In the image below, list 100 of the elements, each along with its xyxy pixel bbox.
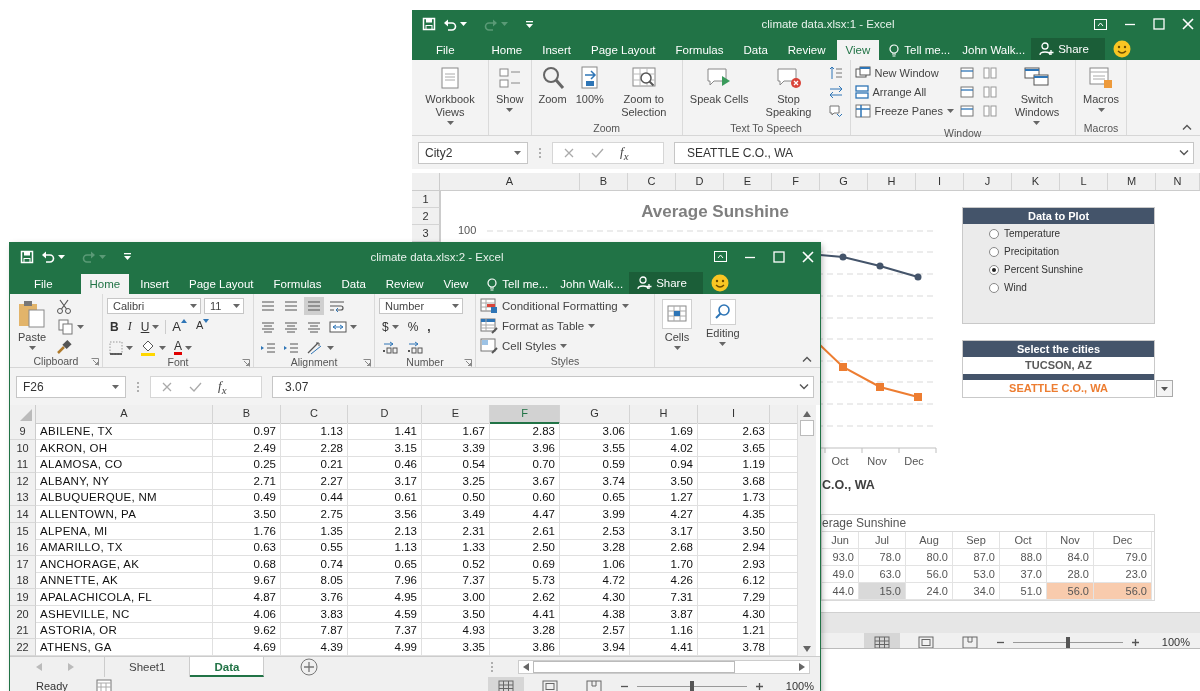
ribbon-button[interactable]: Show: [493, 63, 527, 114]
close-icon[interactable]: [1182, 18, 1194, 30]
column-header[interactable]: G: [820, 173, 868, 190]
ribbon-tab[interactable]: Data: [332, 274, 375, 294]
ribbon-button[interactable]: Arrange All: [854, 84, 954, 100]
window-icon[interactable]: [960, 66, 974, 80]
customize-icon[interactable]: [525, 19, 534, 29]
tell-me-search[interactable]: Tell me...: [883, 40, 957, 60]
launcher-icon[interactable]: [464, 359, 472, 367]
ribbon-tab[interactable]: Page Layout: [180, 274, 263, 294]
wrap-text-icon[interactable]: [329, 298, 345, 313]
share-button[interactable]: Share: [629, 272, 703, 294]
column-header[interactable]: B: [213, 405, 281, 424]
smiley-icon[interactable]: [710, 274, 729, 292]
right-arrow-icon[interactable]: [799, 663, 805, 671]
row-header[interactable]: 1: [412, 191, 440, 208]
borders-button[interactable]: [107, 338, 135, 357]
ribbon-tab[interactable]: Data: [734, 40, 777, 60]
ribbon-tab[interactable]: Home: [80, 274, 130, 294]
ribbon-tab[interactable]: Formulas: [666, 40, 733, 60]
ribbon-tab[interactable]: View: [836, 40, 880, 60]
share-button[interactable]: Share: [1031, 38, 1105, 60]
number-format-dropdown[interactable]: Number: [379, 297, 463, 314]
window-icon[interactable]: [960, 85, 974, 99]
column-header[interactable]: D: [348, 405, 422, 424]
ribbon-button[interactable]: Stop Speaking: [754, 63, 823, 121]
radio-button[interactable]: [989, 282, 999, 293]
radio-button[interactable]: [989, 246, 999, 257]
window-icon[interactable]: [960, 104, 974, 118]
ribbon-tab[interactable]: Review: [376, 274, 433, 294]
formula-field[interactable]: 3.07: [272, 375, 814, 398]
ribbon-button[interactable]: 100%: [572, 63, 607, 108]
ribbon-tab[interactable]: File: [424, 40, 465, 60]
shrink-font-button[interactable]: A: [193, 318, 213, 335]
arrows-icon[interactable]: [828, 85, 843, 99]
copy-button[interactable]: [56, 318, 86, 336]
row-header[interactable]: 21: [10, 622, 36, 640]
indent-icon[interactable]: [283, 340, 299, 355]
check-icon[interactable]: [591, 146, 604, 159]
column-header[interactable]: L: [1060, 173, 1108, 190]
column-header[interactable]: C: [281, 405, 348, 424]
save-icon[interactable]: [422, 17, 436, 31]
collapse-icon[interactable]: [802, 356, 812, 362]
column-header[interactable]: D: [676, 173, 724, 190]
column-header[interactable]: A: [440, 173, 580, 190]
view-button[interactable]: [863, 633, 900, 648]
cancel-icon[interactable]: [161, 380, 173, 393]
column-header[interactable]: H: [630, 405, 698, 424]
bold-button[interactable]: B: [107, 318, 122, 335]
percent-button[interactable]: %: [404, 318, 422, 335]
save-icon[interactable]: [20, 249, 34, 264]
italic-button[interactable]: I: [124, 318, 135, 335]
maximize-icon[interactable]: [773, 250, 785, 263]
column-header[interactable]: H: [868, 173, 916, 190]
launcher-icon[interactable]: [363, 359, 371, 367]
column-header[interactable]: I: [698, 405, 770, 424]
ribbon-display-icon[interactable]: [1094, 18, 1107, 30]
cells-button[interactable]: Cells: [659, 297, 695, 352]
expand-icon[interactable]: [1179, 149, 1189, 156]
insert-function-button[interactable]: f$_{x}$: [620, 143, 629, 162]
sheet-tab[interactable]: Data: [190, 657, 265, 677]
undo-icon[interactable]: [41, 250, 55, 263]
view-button[interactable]: [487, 677, 524, 691]
radio-button[interactable]: [989, 264, 999, 275]
column-header[interactable]: C: [628, 173, 676, 190]
ribbon-tab[interactable]: View: [434, 274, 478, 294]
row-header[interactable]: 18: [10, 572, 36, 590]
zoom-in-icon[interactable]: [1130, 637, 1140, 647]
ribbon-button[interactable]: Workbook Views: [416, 63, 484, 127]
decimal-icon[interactable]: [406, 340, 424, 355]
customize-icon[interactable]: [123, 252, 132, 261]
ribbon-button[interactable]: Zoom: [535, 63, 570, 108]
insert-function-button[interactable]: f$_{x}$: [218, 377, 227, 396]
radio-button[interactable]: [989, 228, 999, 239]
column-header[interactable]: F: [490, 405, 560, 424]
editing-button[interactable]: Editing: [703, 297, 743, 348]
column-header[interactable]: I: [916, 173, 964, 190]
column-header[interactable]: G: [560, 405, 630, 424]
ribbon-tab[interactable]: File: [22, 274, 63, 294]
column-header[interactable]: K: [1012, 173, 1060, 190]
decimal-icon[interactable]: [381, 340, 399, 355]
column-header[interactable]: F: [772, 173, 820, 190]
name-box[interactable]: F26: [16, 375, 126, 398]
tell-me-search[interactable]: Tell me...: [481, 274, 555, 294]
account-name[interactable]: John Walk...: [956, 40, 1032, 60]
zoom-level[interactable]: 100%: [771, 680, 820, 691]
column-header[interactable]: B: [580, 173, 628, 190]
row-header[interactable]: 13: [10, 489, 36, 507]
row-header[interactable]: 9: [10, 423, 36, 440]
ribbon-tab[interactable]: Insert: [533, 40, 580, 60]
currency-button[interactable]: $: [379, 318, 402, 335]
up-arrow-icon[interactable]: [803, 411, 811, 417]
check-icon[interactable]: [189, 380, 202, 393]
underline-button[interactable]: U: [137, 318, 163, 335]
ribbon-tab[interactable]: Review: [778, 40, 835, 60]
ribbon-tab[interactable]: Formulas: [264, 274, 331, 294]
brush-icon[interactable]: [56, 339, 72, 355]
column-header[interactable]: M: [1108, 173, 1156, 190]
fill-color-button[interactable]: [138, 338, 168, 357]
ribbon-tab[interactable]: Home: [482, 40, 532, 60]
